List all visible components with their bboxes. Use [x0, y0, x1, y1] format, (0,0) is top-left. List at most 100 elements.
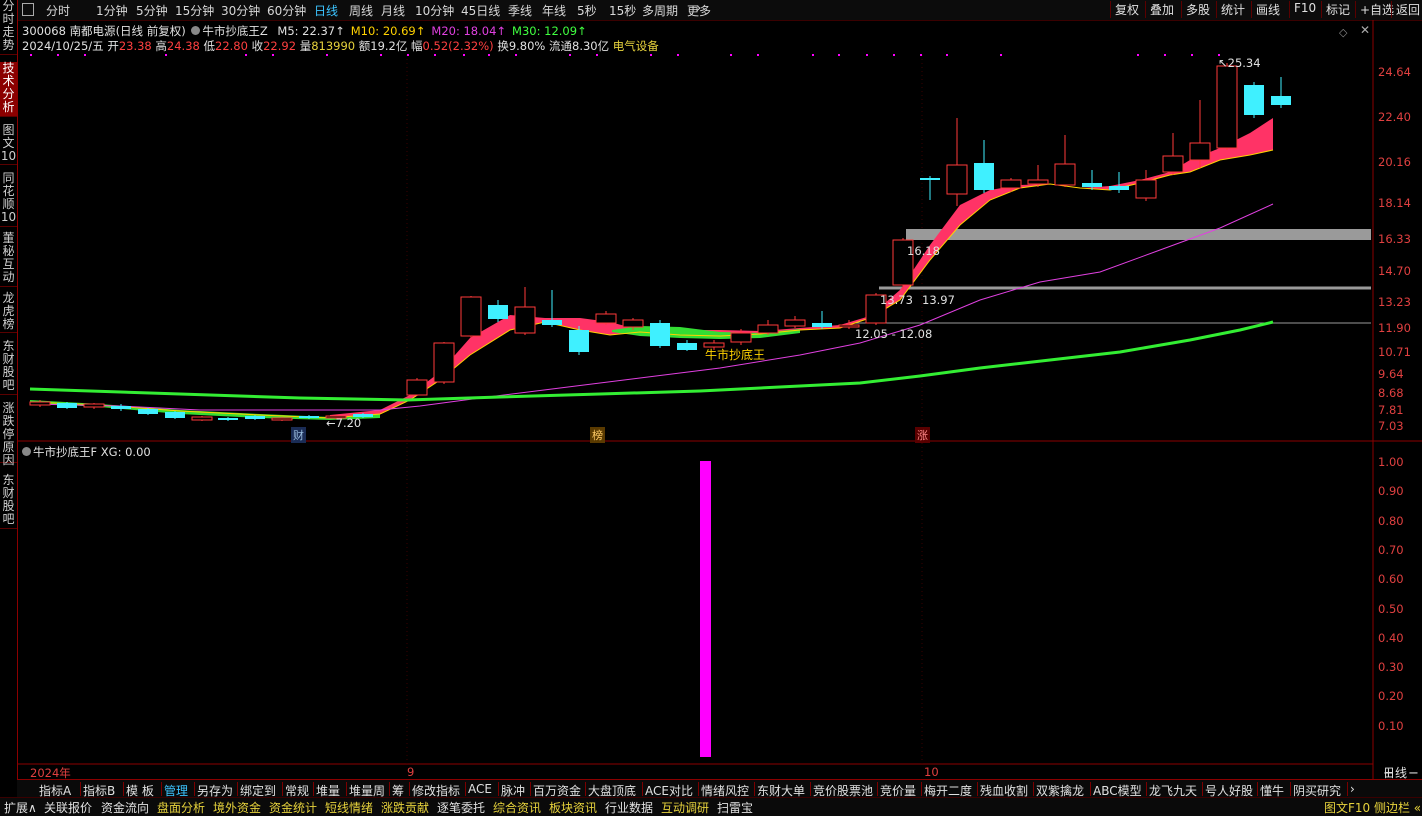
signal-dot: [866, 54, 868, 56]
status-link[interactable]: 涨跌贡献: [381, 799, 429, 816]
candle-body-up[interactable]: [784, 319, 806, 327]
side-panel-toggle[interactable]: 图文F10 侧边栏 «: [1324, 799, 1421, 816]
signal-dot: [920, 54, 922, 56]
divider: [237, 782, 238, 796]
marker-zhang[interactable]: 涨: [915, 427, 930, 443]
resistance-zone: [906, 229, 1371, 240]
status-link[interactable]: 境外资金: [213, 799, 261, 816]
candle-body-down[interactable]: [542, 320, 562, 325]
candle-body-up[interactable]: [1027, 179, 1049, 185]
signal-dot: [812, 54, 814, 56]
candle-body-down[interactable]: [165, 412, 185, 418]
candle-body-down[interactable]: [1244, 85, 1264, 115]
candle-body-up[interactable]: [406, 379, 428, 396]
status-bar: 扩展∧ 关联报价 资金流向 盘面分析 境外资金 资金统计 短线情绪 涨跌贡献 逐笔委托 综合资讯…: [0, 797, 1422, 816]
candle-body-up[interactable]: [460, 296, 482, 337]
status-link[interactable]: 盘面分析: [157, 799, 205, 816]
signal-dot: [463, 54, 465, 56]
candle-body-down[interactable]: [299, 416, 319, 418]
status-link[interactable]: 逐笔委托: [437, 799, 485, 816]
marker-cai[interactable]: 财: [291, 427, 306, 443]
candle-body-up[interactable]: [946, 164, 968, 195]
divider: [877, 782, 878, 796]
price-tick: 8.68: [1378, 386, 1404, 400]
status-link[interactable]: 短线情绪: [325, 799, 373, 816]
candle-body-up[interactable]: [1054, 163, 1076, 186]
expand-button[interactable]: 扩展∧: [4, 799, 37, 816]
candle-body-down[interactable]: [488, 305, 508, 319]
divider: [465, 782, 466, 796]
candle-body-up[interactable]: [83, 403, 105, 408]
status-link[interactable]: 扫雷宝: [717, 799, 753, 816]
candlesticks[interactable]: [29, 63, 1291, 421]
candle-body-up[interactable]: [1162, 155, 1184, 173]
signal-dot: [245, 54, 247, 56]
divider: [194, 782, 195, 796]
indicator-tick: 0.20: [1378, 689, 1404, 704]
sub-indicator-name[interactable]: 牛市抄底王F: [33, 445, 97, 459]
candle-body-down[interactable]: [677, 343, 697, 350]
signal-dots: [30, 54, 1220, 56]
ribbon-up-area: [330, 118, 1273, 418]
status-link[interactable]: 资金统计: [269, 799, 317, 816]
signal-dot: [893, 54, 895, 56]
candle-body-down[interactable]: [1082, 183, 1102, 187]
candle-body-up[interactable]: [1216, 65, 1238, 149]
divider: [498, 782, 499, 796]
candle-body-up[interactable]: [595, 313, 617, 324]
sub-indicator-header: 牛市抄底王F XG: 0.00: [22, 444, 151, 460]
candle-body-down[interactable]: [920, 178, 940, 180]
settings-circle-icon[interactable]: [22, 447, 31, 456]
sub-indicator-value: XG: 0.00: [100, 445, 151, 459]
candle-body-up[interactable]: [29, 401, 51, 406]
signal-dot: [380, 54, 382, 56]
marker-bang[interactable]: 榜: [590, 427, 605, 443]
status-link[interactable]: 资金流向: [101, 799, 149, 816]
candle-body-up[interactable]: [433, 342, 455, 383]
xg-signal-bar: [700, 461, 711, 757]
candle-body-up[interactable]: [730, 332, 752, 343]
signal-dot: [30, 54, 32, 56]
candle-body-down[interactable]: [111, 406, 131, 409]
candle-body-up[interactable]: [757, 324, 779, 334]
price-tick: 14.70: [1378, 264, 1411, 278]
candle-body-down[interactable]: [1271, 96, 1291, 105]
candle-body-up[interactable]: [271, 417, 293, 421]
indicator-tick: 0.30: [1378, 660, 1404, 675]
status-link[interactable]: 板块资讯: [549, 799, 597, 816]
candle-body-down[interactable]: [974, 163, 994, 190]
status-link[interactable]: 关联报价: [44, 799, 92, 816]
status-link[interactable]: 互动调研: [661, 799, 709, 816]
indicator-tab[interactable]: ACE: [468, 782, 492, 796]
price-tick: 7.81: [1378, 403, 1404, 417]
signal-dot: [650, 54, 652, 56]
divider: [409, 782, 410, 796]
candle-body-down[interactable]: [218, 418, 238, 420]
ribbon-down-area: [30, 326, 800, 420]
price-tick: 10.71: [1378, 345, 1411, 359]
candle-body-down[interactable]: [138, 409, 158, 414]
candle-body-down[interactable]: [57, 403, 77, 408]
signal-dot: [407, 54, 409, 56]
signal-dot: [515, 54, 517, 56]
candle-body-up[interactable]: [622, 319, 644, 328]
candle-body-up[interactable]: [1189, 142, 1211, 161]
candle-body-up[interactable]: [514, 306, 536, 334]
status-link[interactable]: 行业数据: [605, 799, 653, 816]
signal-label: 牛市抄底王: [705, 348, 766, 362]
price-tick: 11.90: [1378, 321, 1411, 335]
candle-body-down[interactable]: [1109, 186, 1129, 190]
status-link[interactable]: 综合资讯: [493, 799, 541, 816]
candle-body-down[interactable]: [650, 323, 670, 346]
candle-body-up[interactable]: [1000, 179, 1022, 189]
signal-dot: [569, 54, 571, 56]
candle-body-down[interactable]: [569, 330, 589, 352]
kline-chart[interactable]: [0, 0, 1422, 815]
candle-body-up[interactable]: [191, 416, 213, 421]
signal-dot: [677, 54, 679, 56]
price-tick: 7.03: [1378, 419, 1404, 433]
candle-body-down[interactable]: [812, 323, 832, 327]
candle-body-up[interactable]: [1135, 179, 1157, 199]
indicator-tab[interactable]: ›: [1350, 782, 1355, 796]
candle-body-down[interactable]: [245, 416, 265, 419]
